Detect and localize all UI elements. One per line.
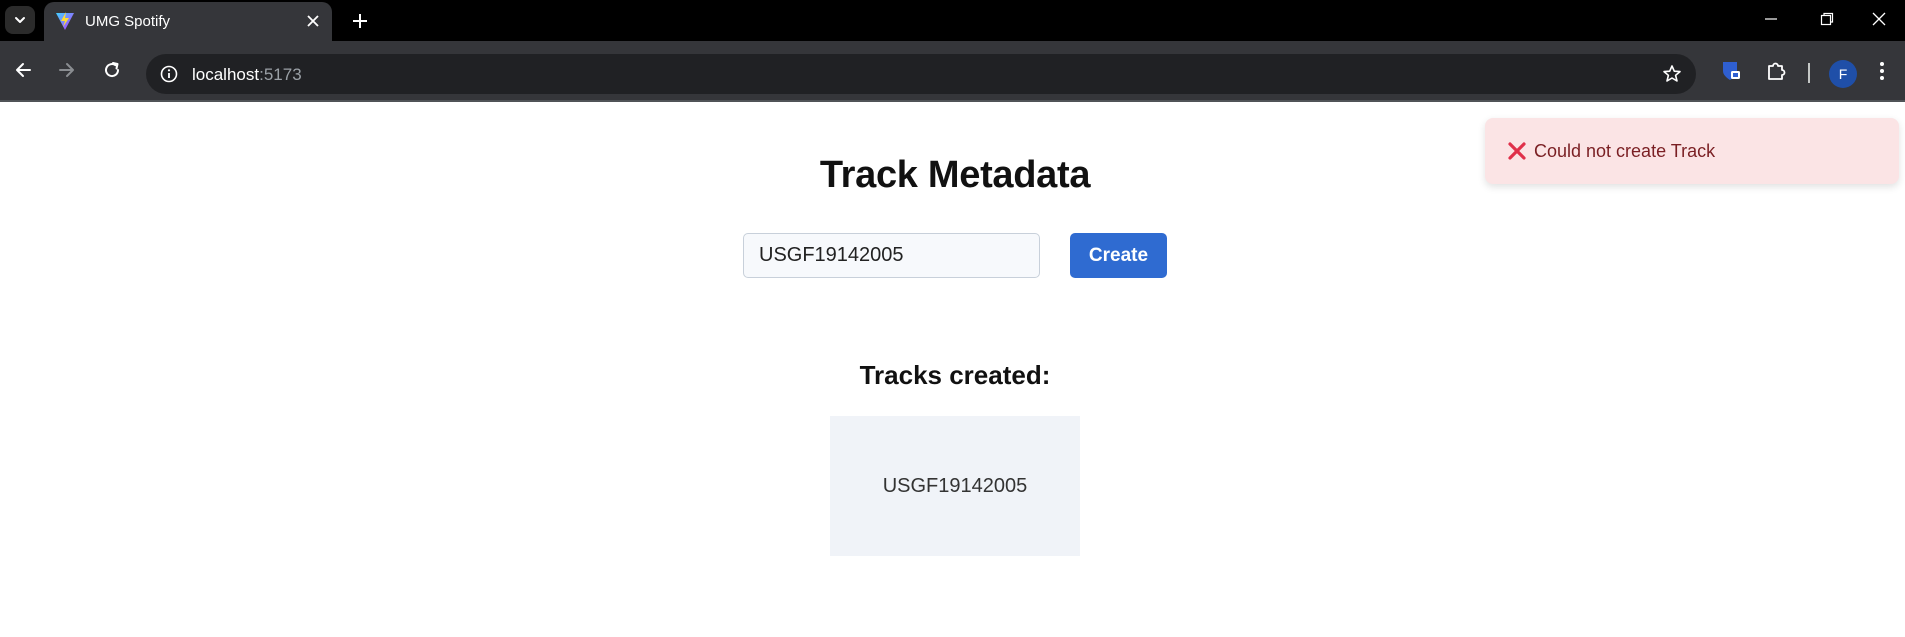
vite-logo-icon xyxy=(56,12,74,30)
star-icon xyxy=(1663,65,1681,82)
extensions-button[interactable] xyxy=(1762,57,1790,85)
restore-window-button[interactable] xyxy=(1800,0,1854,37)
reload-icon xyxy=(105,62,120,78)
url-text[interactable]: localhost:5173 xyxy=(192,65,302,85)
back-button[interactable] xyxy=(8,55,38,85)
bookmark-button[interactable] xyxy=(1660,62,1684,86)
plus-icon xyxy=(353,14,367,28)
isrc-input[interactable] xyxy=(743,233,1040,278)
browser-tab-strip: UMG Spotify xyxy=(0,0,1905,41)
track-card: USGF19142005 xyxy=(830,416,1080,556)
tab-close-button[interactable] xyxy=(304,12,322,30)
more-vertical-icon xyxy=(1880,62,1884,80)
close-icon xyxy=(307,15,319,27)
create-button[interactable]: Create xyxy=(1070,233,1167,278)
profile-avatar[interactable]: F xyxy=(1829,60,1857,88)
shield-lock-icon xyxy=(1723,62,1740,80)
error-toast[interactable]: Could not create Track xyxy=(1485,118,1899,184)
error-x-icon xyxy=(1508,142,1526,160)
close-icon xyxy=(1872,12,1886,25)
tab-title: UMG Spotify xyxy=(85,13,171,30)
tab-search-button[interactable] xyxy=(5,6,35,34)
close-window-button[interactable] xyxy=(1852,0,1905,37)
toolbar-separator xyxy=(1808,63,1810,83)
browser-menu-button[interactable] xyxy=(1868,57,1896,85)
arrow-left-icon xyxy=(16,63,31,77)
site-info-button[interactable] xyxy=(156,61,182,87)
restore-icon xyxy=(1820,12,1834,25)
minimize-window-button[interactable] xyxy=(1744,0,1798,37)
url-host: localhost xyxy=(192,65,260,84)
url-port: :5173 xyxy=(259,65,302,84)
chevron-down-icon xyxy=(15,17,25,23)
browser-toolbar: localhost:5173 xyxy=(0,41,1905,102)
password-manager-extension-button[interactable] xyxy=(1717,57,1745,85)
reload-button[interactable] xyxy=(97,55,127,85)
puzzle-icon xyxy=(1768,62,1786,80)
address-bar[interactable]: localhost:5173 xyxy=(146,54,1696,94)
tracks-created-heading: Tracks created: xyxy=(859,360,1051,390)
track-isrc: USGF19142005 xyxy=(882,474,1028,497)
toast-message: Could not create Track xyxy=(1534,141,1716,161)
info-icon xyxy=(160,65,178,83)
arrow-right-icon xyxy=(59,63,74,77)
forward-button[interactable] xyxy=(52,55,82,85)
new-tab-button[interactable] xyxy=(348,9,372,33)
browser-tab-active[interactable]: UMG Spotify xyxy=(44,2,332,41)
minimize-icon xyxy=(1765,17,1777,20)
